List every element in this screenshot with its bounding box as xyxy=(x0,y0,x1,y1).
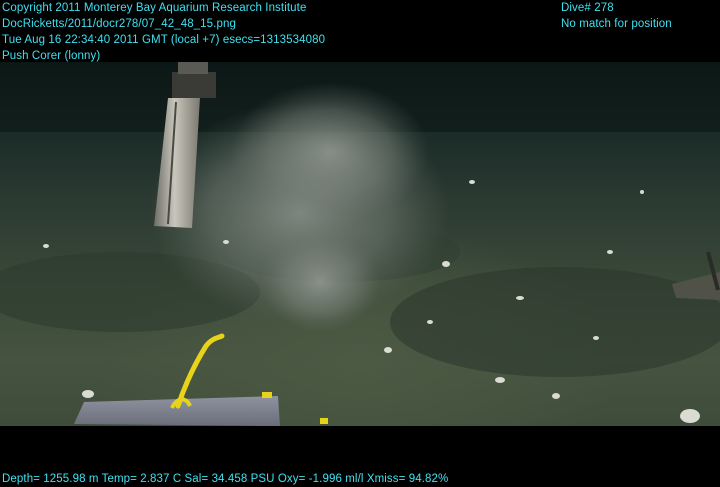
shell-fragment xyxy=(495,377,505,383)
header-right-overlay: Dive# 278 No match for position xyxy=(561,0,672,32)
shell-fragment xyxy=(384,347,392,353)
sediment-plume xyxy=(260,232,380,332)
shell-fragment xyxy=(552,393,560,399)
sensor-readout: Depth= 1255.98 m Temp= 2.837 C Sal= 34.4… xyxy=(2,473,449,485)
shell-fragment xyxy=(640,190,644,194)
corer-handle xyxy=(172,72,216,98)
sediment-patch xyxy=(390,267,720,377)
seafloor-illustration xyxy=(0,62,720,426)
sediment-plume xyxy=(230,82,430,222)
shell-fragment xyxy=(427,320,433,324)
yellow-tether xyxy=(175,333,225,409)
seafloor-scene xyxy=(0,62,720,426)
shell-fragment xyxy=(516,296,524,300)
shell-fragment xyxy=(607,250,613,254)
shell-fragment xyxy=(469,180,475,184)
timestamp-text: Tue Aug 16 22:34:40 2011 GMT (local +7) … xyxy=(2,34,326,46)
tether-clip xyxy=(262,392,272,398)
file-path-text: DocRicketts/2011/docr278/07_42_48_15.png xyxy=(2,18,236,30)
tether-clip xyxy=(320,418,328,424)
video-frame: Copyright 2011 Monterey Bay Aquarium Res… xyxy=(0,0,720,486)
shell-fragment xyxy=(223,240,229,244)
shell-fragment xyxy=(442,261,450,267)
shell-fragment xyxy=(680,409,700,423)
header-left-overlay: Copyright 2011 Monterey Bay Aquarium Res… xyxy=(2,0,325,64)
shell-fragment xyxy=(43,244,49,248)
dive-number-text: Dive# 278 xyxy=(561,2,614,14)
corer-cap xyxy=(178,62,208,74)
shell-fragment xyxy=(82,390,94,398)
shell-fragment xyxy=(593,336,599,340)
position-status-text: No match for position xyxy=(561,18,672,30)
copyright-text: Copyright 2011 Monterey Bay Aquarium Res… xyxy=(2,2,307,14)
